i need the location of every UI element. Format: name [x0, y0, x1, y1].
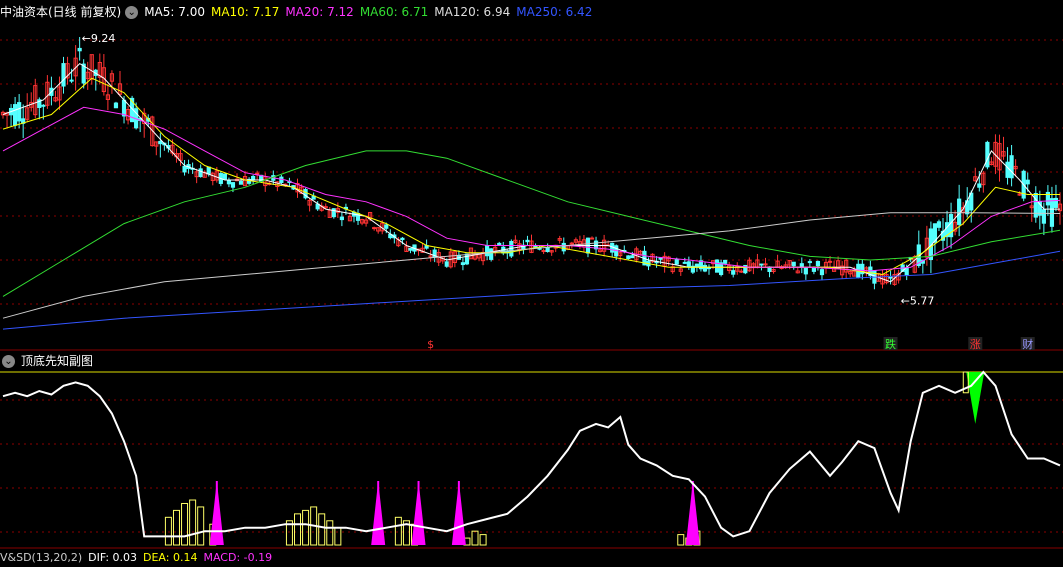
event-marker: 财	[1022, 337, 1033, 351]
candle-body	[408, 247, 413, 251]
signal-bar	[294, 513, 302, 546]
candle-body	[525, 239, 530, 243]
signal-bar	[479, 534, 487, 546]
event-marker: 跌	[885, 337, 896, 351]
event-marker: 涨	[970, 338, 981, 351]
candle-body	[819, 269, 825, 276]
ma-line-ma60	[2, 150, 1061, 297]
candle-body	[731, 270, 736, 275]
candle-body	[17, 102, 22, 122]
ma-line-ma250	[2, 250, 1061, 330]
candle-body	[719, 262, 724, 276]
candle-body	[533, 245, 538, 248]
candle-body	[811, 267, 817, 272]
signal-bar	[302, 509, 310, 546]
candle-body	[230, 182, 236, 188]
candle-body	[723, 259, 728, 264]
candle-body	[702, 264, 708, 272]
candle-body	[121, 99, 127, 117]
candle-body	[339, 216, 344, 221]
chart-canvas[interactable]: ←9.24 ←5.77 $ 跌 涨 财	[0, 0, 1063, 557]
candle-body	[626, 255, 631, 259]
candle-body	[198, 168, 203, 178]
signal-bar	[471, 530, 479, 546]
candle-body	[630, 255, 635, 259]
candle-body	[815, 260, 821, 267]
candle-body	[41, 104, 46, 107]
candle-body	[1025, 179, 1030, 185]
candle-body	[1005, 161, 1010, 178]
signal-bar	[677, 534, 685, 546]
candle-body	[400, 237, 405, 241]
candle-body	[569, 242, 574, 245]
signal-bar	[172, 509, 180, 546]
signal-bar	[318, 513, 326, 546]
candle-body	[497, 242, 502, 246]
candle-body	[977, 183, 982, 188]
candle-body	[759, 263, 764, 266]
candle-body	[545, 247, 550, 252]
candle-body	[1049, 198, 1055, 227]
event-marker: $	[427, 338, 434, 351]
candle-body	[238, 180, 244, 185]
candle-body	[69, 79, 74, 82]
candle-body	[904, 268, 909, 276]
candle-body	[686, 261, 691, 268]
candle-body	[936, 221, 942, 228]
candle-body	[485, 245, 490, 257]
candle-body	[489, 248, 494, 260]
signal-bar	[189, 499, 197, 546]
candle-body	[384, 224, 389, 229]
candle-body	[739, 270, 744, 273]
candle-body	[985, 141, 990, 168]
oscillator-line	[2, 370, 1061, 538]
candle-body	[464, 253, 470, 265]
candle-body	[541, 250, 546, 253]
candle-body	[589, 237, 595, 240]
candle-body	[206, 166, 211, 175]
candle-body	[113, 102, 119, 109]
candle-body	[714, 259, 720, 273]
candle-body	[1041, 209, 1046, 224]
candle-body	[791, 261, 796, 267]
candle-body	[226, 179, 232, 185]
candle-body	[694, 263, 700, 268]
candle-body	[827, 260, 833, 263]
candle-body	[255, 172, 260, 175]
candle-body	[682, 261, 687, 264]
candle-body	[372, 227, 377, 230]
signal-bar	[334, 527, 342, 546]
candle-body	[807, 261, 812, 264]
candle-body	[803, 267, 808, 275]
price-annotation: ←9.24	[82, 32, 116, 45]
candle-body	[77, 47, 82, 52]
price-annotation: ←5.77	[901, 295, 935, 308]
candle-body	[674, 259, 679, 265]
candle-body	[888, 276, 893, 279]
candle-body	[222, 173, 227, 180]
candle-body	[763, 263, 768, 266]
candle-body	[158, 140, 163, 145]
candle-body	[13, 104, 18, 126]
signal-bar	[164, 516, 172, 546]
candle-body	[561, 242, 566, 252]
candle-body	[1009, 155, 1014, 179]
signal-bar	[197, 506, 205, 546]
candle-body	[444, 261, 449, 267]
signal-bar	[326, 520, 334, 546]
candle-body	[460, 262, 466, 266]
candle-body	[61, 63, 66, 87]
candle-body	[1053, 197, 1059, 208]
signal-bar	[394, 516, 402, 546]
signal-bar	[181, 502, 189, 546]
candle-body	[182, 165, 187, 173]
